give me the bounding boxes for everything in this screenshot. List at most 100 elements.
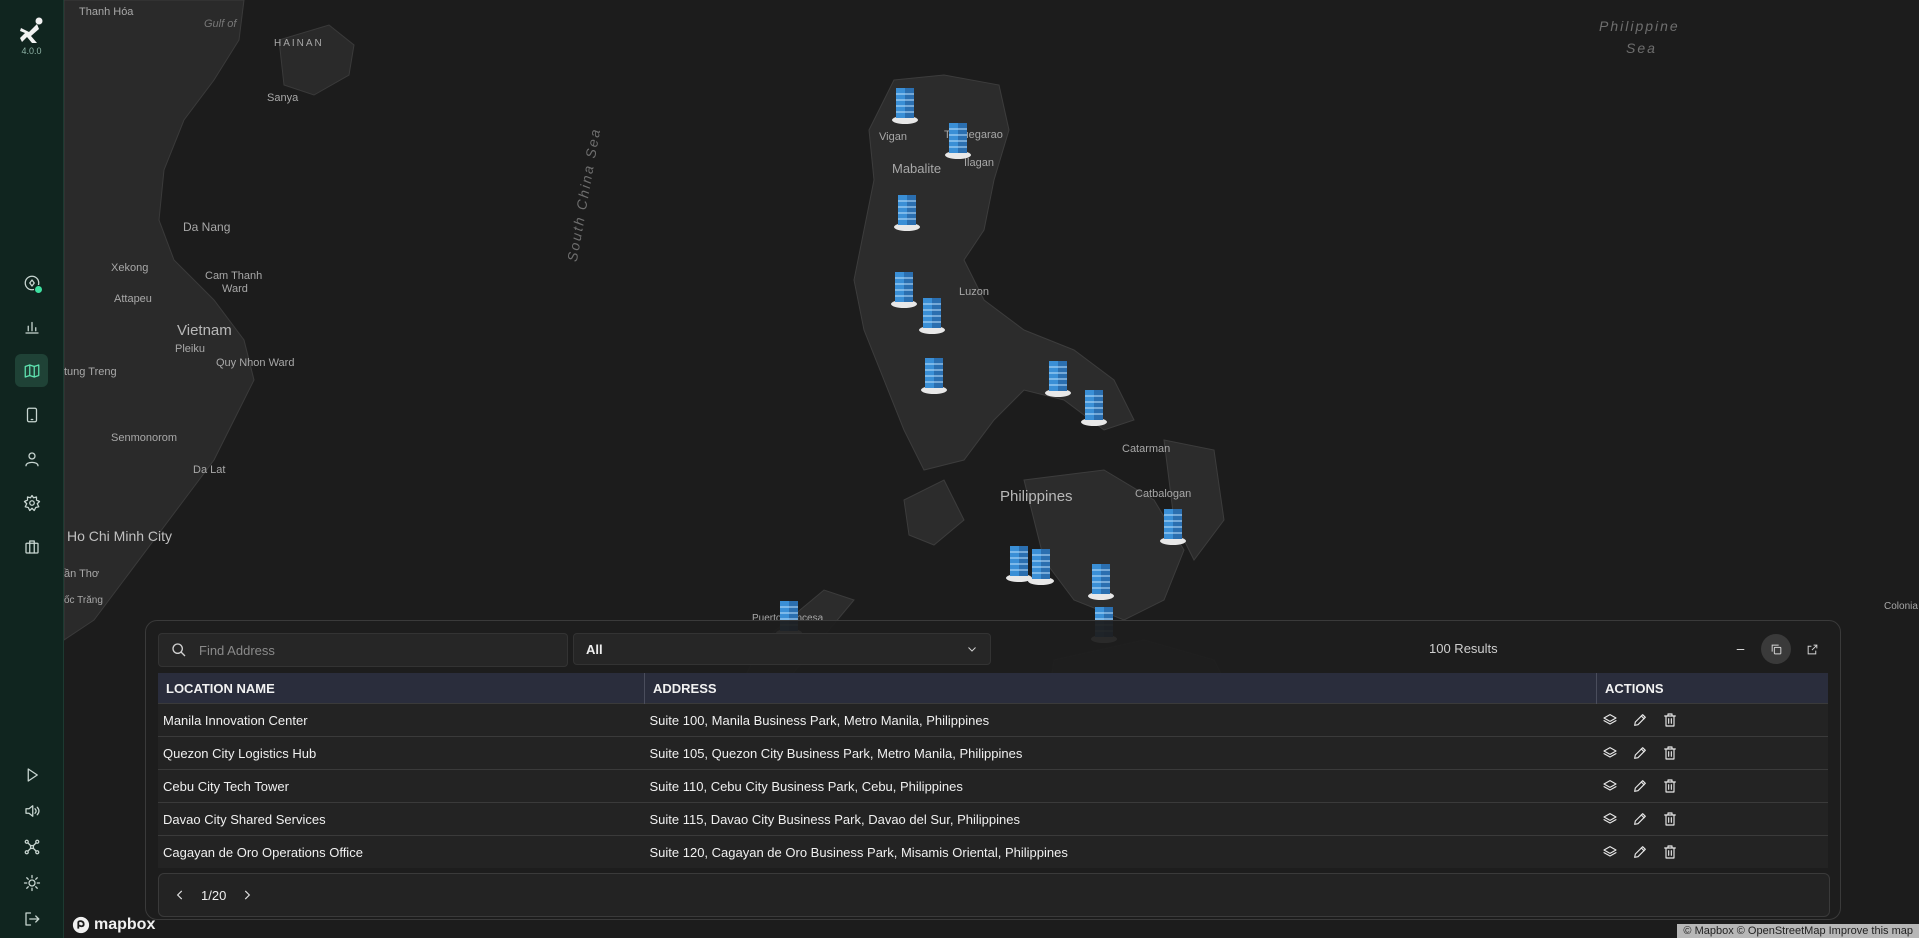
copy-icon [1771, 644, 1781, 654]
tablet-icon [26, 407, 37, 422]
layers-button[interactable] [1602, 778, 1618, 794]
sidebar-item-settings[interactable] [15, 486, 48, 519]
building-pin-icon[interactable] [1026, 545, 1056, 585]
trash-icon [1663, 779, 1676, 793]
sidebar-item-audio[interactable] [15, 794, 48, 827]
location-name-cell: Cebu City Tech Tower [158, 769, 645, 803]
app-logo-icon [20, 17, 43, 43]
minus-icon [1736, 648, 1744, 650]
map-label: tung Treng [64, 366, 117, 378]
edit-button[interactable] [1632, 712, 1648, 728]
pencil-icon [1633, 813, 1646, 825]
previous-page-button[interactable] [173, 888, 187, 902]
search-icon [172, 643, 186, 657]
map-attribution[interactable]: © Mapbox © OpenStreetMap Improve this ma… [1677, 924, 1919, 938]
sidebar-item-theme[interactable] [15, 866, 48, 899]
filter-select[interactable]: All [573, 633, 991, 665]
sidebar-item-network[interactable] [15, 830, 48, 863]
external-link-icon [1807, 644, 1817, 654]
layers-button[interactable] [1602, 844, 1618, 860]
search-input[interactable] [197, 641, 561, 659]
edit-button[interactable] [1632, 811, 1648, 827]
layers-icon [1602, 714, 1617, 725]
briefcase-icon [24, 539, 39, 554]
address-cell: Suite 120, Cagayan de Oro Business Park,… [644, 835, 1597, 868]
pencil-icon [1633, 714, 1646, 726]
sidebar-item-map[interactable] [15, 354, 48, 387]
pencil-icon [1633, 747, 1646, 759]
gear-icon [23, 494, 40, 511]
edit-button[interactable] [1632, 778, 1648, 794]
table-row[interactable]: Cagayan de Oro Operations Office Suite 1… [158, 835, 1828, 868]
app-version: 4.0.0 [21, 46, 42, 56]
location-name-cell: Cagayan de Oro Operations Office [158, 835, 645, 868]
sidebar-item-business[interactable] [15, 530, 48, 563]
delete-button[interactable] [1662, 745, 1678, 761]
delete-button[interactable] [1662, 811, 1678, 827]
minimize-button[interactable] [1725, 634, 1755, 664]
map-label: Cam Thanh [205, 270, 263, 282]
sidebar-item-users[interactable] [15, 442, 48, 475]
open-external-button[interactable] [1797, 634, 1827, 664]
delete-button[interactable] [1662, 844, 1678, 860]
building-pin-icon[interactable] [1086, 560, 1116, 600]
building-pin-icon[interactable] [1043, 357, 1073, 397]
location-name-cell: Manila Innovation Center [158, 703, 645, 737]
table-row[interactable]: Davao City Shared Services Suite 115, Da… [158, 802, 1828, 836]
map-label: Sanya [267, 92, 299, 104]
actions-cell [1596, 769, 1828, 803]
building-pin-icon[interactable] [889, 268, 919, 308]
map-label: Attapeu [114, 293, 152, 305]
mapbox-logo-text: mapbox [94, 916, 156, 933]
location-name-cell: Quezon City Logistics Hub [158, 736, 645, 770]
building-pin-icon[interactable] [917, 294, 947, 334]
building-pin-icon[interactable] [892, 191, 922, 231]
sidebar-item-logout[interactable] [15, 902, 48, 935]
building-pin-icon[interactable] [1158, 505, 1188, 545]
search-box [158, 633, 568, 667]
delete-button[interactable] [1662, 778, 1678, 794]
building-pin-icon[interactable] [919, 354, 949, 394]
building-pin-icon[interactable] [943, 119, 973, 159]
map-label: Quy Nhon Ward [216, 357, 295, 369]
speaker-icon [24, 804, 40, 817]
address-cell: Suite 105, Quezon City Business Park, Me… [644, 736, 1597, 770]
next-page-button[interactable] [240, 888, 254, 902]
filter-select-value: All [586, 641, 603, 657]
copy-button[interactable] [1761, 634, 1791, 664]
map-label: Philippine [1599, 18, 1680, 34]
map-label: Pleiku [175, 343, 205, 355]
column-header-location-name[interactable]: LOCATION NAME [158, 673, 645, 704]
table-row[interactable]: Manila Innovation Center Suite 100, Mani… [158, 703, 1828, 737]
mapbox-logo[interactable]: mapbox [72, 916, 155, 934]
building-pin-icon[interactable] [890, 84, 920, 124]
play-icon [27, 767, 38, 782]
sidebar: 4.0.0 [0, 0, 64, 938]
sidebar-item-reports[interactable] [15, 310, 48, 343]
map-label: Catarman [1122, 443, 1171, 455]
column-header-address[interactable]: ADDRESS [644, 673, 1597, 704]
delete-button[interactable] [1662, 712, 1678, 728]
layers-icon [1602, 813, 1617, 824]
chevron-right-icon [245, 890, 251, 900]
trash-icon [1663, 713, 1676, 727]
layers-button[interactable] [1602, 712, 1618, 728]
edit-button[interactable] [1632, 745, 1648, 761]
sidebar-item-play[interactable] [15, 758, 48, 791]
pagination: 1/20 [158, 873, 1830, 917]
sidebar-item-devices[interactable] [15, 398, 48, 431]
map-label: Vigan [879, 131, 907, 143]
bar-chart-icon [24, 321, 39, 334]
map-label: Luzon [959, 286, 989, 298]
table-row[interactable]: Quezon City Logistics Hub Suite 105, Que… [158, 736, 1828, 770]
map-label: Gulf of [204, 18, 237, 30]
table-row[interactable]: Cebu City Tech Tower Suite 110, Cebu Cit… [158, 769, 1828, 803]
sidebar-item-analytics[interactable] [15, 266, 48, 299]
actions-cell [1596, 736, 1828, 770]
mapbox-logo-icon [72, 916, 90, 934]
layers-button[interactable] [1602, 811, 1618, 827]
map-label: Sea [1626, 40, 1657, 56]
layers-button[interactable] [1602, 745, 1618, 761]
building-pin-icon[interactable] [1079, 386, 1109, 426]
edit-button[interactable] [1632, 844, 1648, 860]
